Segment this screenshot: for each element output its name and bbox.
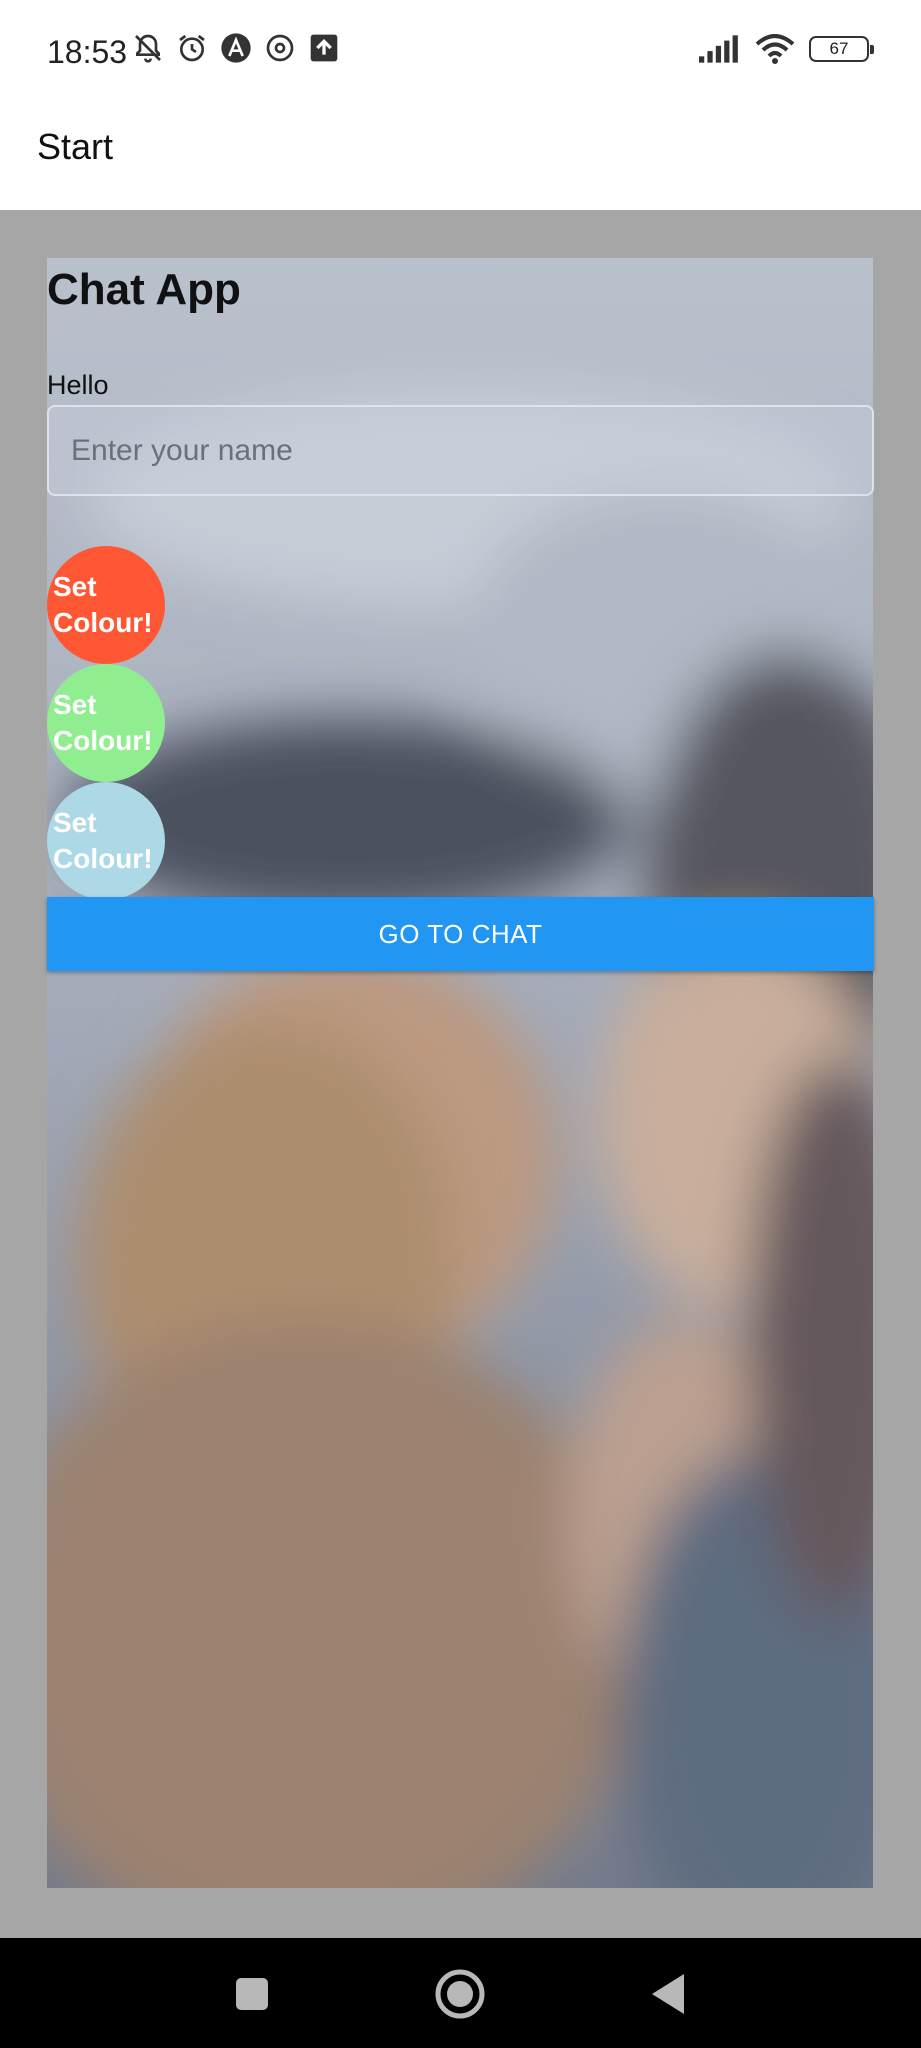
set-colour-button-blue[interactable]: Set Colour!	[47, 782, 165, 900]
back-triangle-icon	[652, 1974, 684, 2014]
name-label: Hello	[47, 370, 109, 400]
system-nav-bar	[0, 1938, 921, 2048]
name-input[interactable]	[47, 405, 874, 496]
notification-icons	[132, 32, 340, 64]
back-button[interactable]	[638, 1964, 698, 2024]
home-circle-icon	[435, 1969, 485, 2019]
status-bar: 18:53 67	[0, 0, 921, 104]
threads-icon	[266, 34, 294, 62]
set-colour-button-green[interactable]: Set Colour!	[47, 664, 165, 782]
app-a-icon	[221, 33, 251, 63]
recents-button[interactable]	[222, 1964, 282, 2024]
set-colour-button-red[interactable]: Set Colour!	[47, 546, 165, 664]
background-photo-art	[47, 258, 873, 1888]
app-bar-title: Start	[37, 126, 114, 167]
background-photo	[47, 258, 873, 1888]
go-to-chat-button[interactable]: GO TO CHAT	[47, 897, 874, 971]
signal-icon	[699, 35, 738, 63]
wifi-icon	[755, 34, 795, 64]
home-button[interactable]	[430, 1964, 490, 2024]
status-time: 18:53	[47, 34, 128, 70]
recents-square-icon	[236, 1978, 268, 2010]
app-bar: Start	[0, 104, 921, 210]
start-screen: Chat App Hello Set Colour! Set Colour! S…	[0, 210, 921, 1938]
upload-icon	[310, 34, 338, 62]
system-icons: 67	[699, 34, 874, 64]
page-heading: Chat App	[47, 265, 241, 314]
alarm-icon	[179, 34, 205, 62]
battery-level: 67	[829, 39, 849, 58]
muted-bell-icon	[135, 34, 161, 63]
battery-icon: 67	[809, 36, 874, 62]
